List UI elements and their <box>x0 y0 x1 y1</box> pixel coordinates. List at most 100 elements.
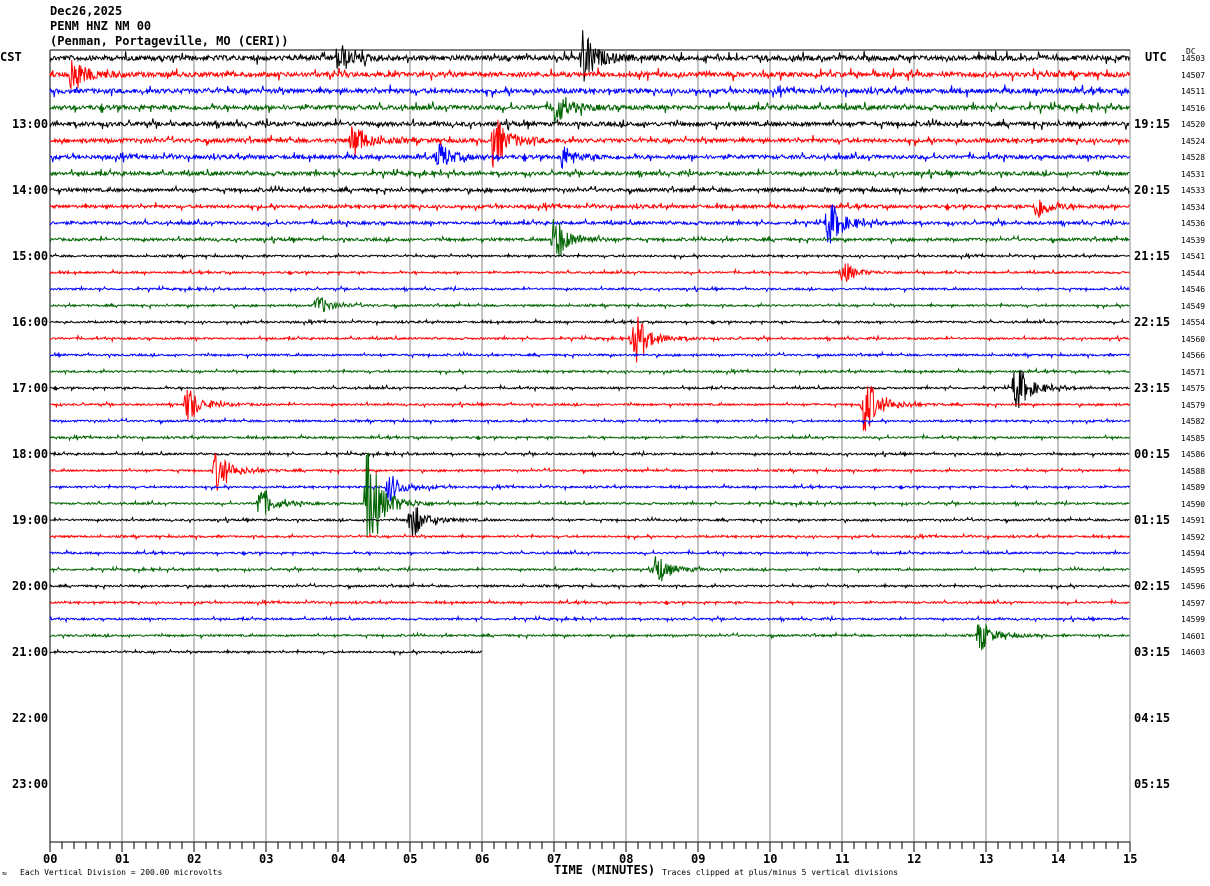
dc-offset-label: 14533 <box>1181 186 1206 195</box>
trace-25 <box>49 452 1130 491</box>
trace-34 <box>49 614 1130 624</box>
right-hour-label: 01:15 <box>1134 513 1171 527</box>
x-tick-label: 13 <box>979 852 994 866</box>
right-hour-label: 03:15 <box>1134 645 1171 659</box>
trace-32 <box>49 581 1130 591</box>
dc-offset-label: 14516 <box>1181 103 1206 113</box>
dc-offset-label: 14511 <box>1181 87 1206 96</box>
helicorder-plot <box>49 30 1131 852</box>
trace-18 <box>49 350 1130 360</box>
dc-offset-label: 14544 <box>1181 268 1206 278</box>
trace-8 <box>49 184 1130 195</box>
left-hour-label: 13:00 <box>12 117 49 131</box>
dc-offset-label: 14507 <box>1181 70 1206 80</box>
right-hour-label: 00:15 <box>1134 447 1171 461</box>
right-hour-label: 22:15 <box>1134 315 1171 329</box>
dc-offset-label: 14596 <box>1181 582 1206 591</box>
x-tick-label: 14 <box>1051 852 1066 866</box>
dc-offset-label: 14603 <box>1181 648 1206 657</box>
dc-offset-label: 14575 <box>1181 384 1206 393</box>
trace-13 <box>49 263 1130 282</box>
x-axis-label: TIME (MINUTES) <box>554 863 656 877</box>
dc-offset-label: 14592 <box>1181 532 1206 542</box>
trace-24 <box>49 449 1130 459</box>
trace-28 <box>49 507 1130 537</box>
dc-offset-label: 14599 <box>1181 615 1206 624</box>
right-hour-label: 04:15 <box>1134 711 1171 725</box>
dc-offset-label: 14503 <box>1181 54 1206 63</box>
dc-offset-label: 14591 <box>1181 516 1206 525</box>
trace-29 <box>49 532 1130 542</box>
x-tick-label: 05 <box>403 852 418 866</box>
trace-10 <box>49 204 1130 244</box>
right-hour-label: 23:15 <box>1134 381 1171 395</box>
trace-12 <box>49 251 1130 261</box>
trace-15 <box>49 296 1130 313</box>
right-hour-label: 21:15 <box>1134 249 1171 263</box>
trace-3 <box>49 96 1130 123</box>
trace-27 <box>49 453 1130 538</box>
left-hour-label: 16:00 <box>12 315 49 329</box>
x-tick-label: 02 <box>187 852 202 866</box>
trace-26 <box>49 475 1130 502</box>
dc-offset-label: 14520 <box>1181 120 1206 129</box>
x-tick-label: 12 <box>907 852 922 866</box>
trace-7 <box>49 167 1130 180</box>
trace-33 <box>49 597 1130 608</box>
dc-offset-label: 14546 <box>1181 285 1206 294</box>
dc-offset-label: 14586 <box>1181 450 1206 459</box>
dc-offset-label: 14528 <box>1181 153 1206 162</box>
x-tick-label: 10 <box>763 852 778 866</box>
x-tick-label: 03 <box>259 852 274 866</box>
dc-offset-label: 14566 <box>1181 351 1206 360</box>
right-hour-label: 19:15 <box>1134 117 1171 131</box>
left-hour-label: 18:00 <box>12 447 49 461</box>
right-hour-label: 20:15 <box>1134 183 1171 197</box>
trace-2 <box>49 84 1130 98</box>
trace-4 <box>49 118 1130 131</box>
x-tick-label: 06 <box>475 852 490 866</box>
dc-offset-label: 14601 <box>1181 631 1206 641</box>
dc-offset-label: 14588 <box>1181 466 1206 476</box>
clip-note: Traces clipped at plus/minus 5 vertical … <box>662 868 899 877</box>
right-hour-label: 05:15 <box>1134 777 1171 791</box>
trace-5 <box>49 119 1130 168</box>
x-tick-label: 11 <box>835 852 850 866</box>
x-tick-label: 04 <box>331 852 346 866</box>
dc-offset-label: 14531 <box>1181 169 1206 179</box>
trace-22 <box>50 416 1130 426</box>
dc-offset-label: 14579 <box>1181 400 1206 410</box>
corner-mark: ≈ <box>2 869 7 878</box>
trace-35 <box>49 624 1130 651</box>
trace-30 <box>49 548 1130 558</box>
trace-21 <box>49 385 1130 432</box>
x-tick-label: 00 <box>43 852 58 866</box>
trace-14 <box>49 284 1130 294</box>
dc-offset-label: 14536 <box>1181 219 1206 228</box>
left-hour-label: 23:00 <box>12 777 49 791</box>
dc-offset-label: 14585 <box>1181 433 1206 443</box>
trace-23 <box>49 432 1130 443</box>
left-hour-label: 14:00 <box>12 183 49 197</box>
left-hour-label: 22:00 <box>12 711 49 725</box>
left-hour-label: 19:00 <box>12 513 49 527</box>
dc-offset-label: 14524 <box>1181 136 1206 146</box>
trace-16 <box>49 317 1130 327</box>
dc-offset-label: 14594 <box>1181 549 1206 558</box>
trace-9 <box>49 199 1130 218</box>
dc-offset-label: 14534 <box>1181 202 1206 212</box>
right-hour-label: 02:15 <box>1134 579 1171 593</box>
left-hour-label: 20:00 <box>12 579 49 593</box>
trace-19 <box>49 367 1130 377</box>
dc-offset-label: 14539 <box>1181 235 1206 245</box>
dc-offset-label: 14582 <box>1181 417 1206 426</box>
left-hour-label: 21:00 <box>12 645 49 659</box>
left-hour-label: 17:00 <box>12 381 49 395</box>
dc-offset-label: 14571 <box>1181 367 1206 377</box>
left-hour-label: 15:00 <box>12 249 49 263</box>
dc-offset-label: 14541 <box>1181 252 1206 261</box>
trace-6 <box>49 143 1130 170</box>
dc-offset-label: 14590 <box>1181 499 1206 509</box>
trace-31 <box>50 556 1130 582</box>
scale-note: Each Vertical Division = 200.00 microvol… <box>20 868 223 877</box>
